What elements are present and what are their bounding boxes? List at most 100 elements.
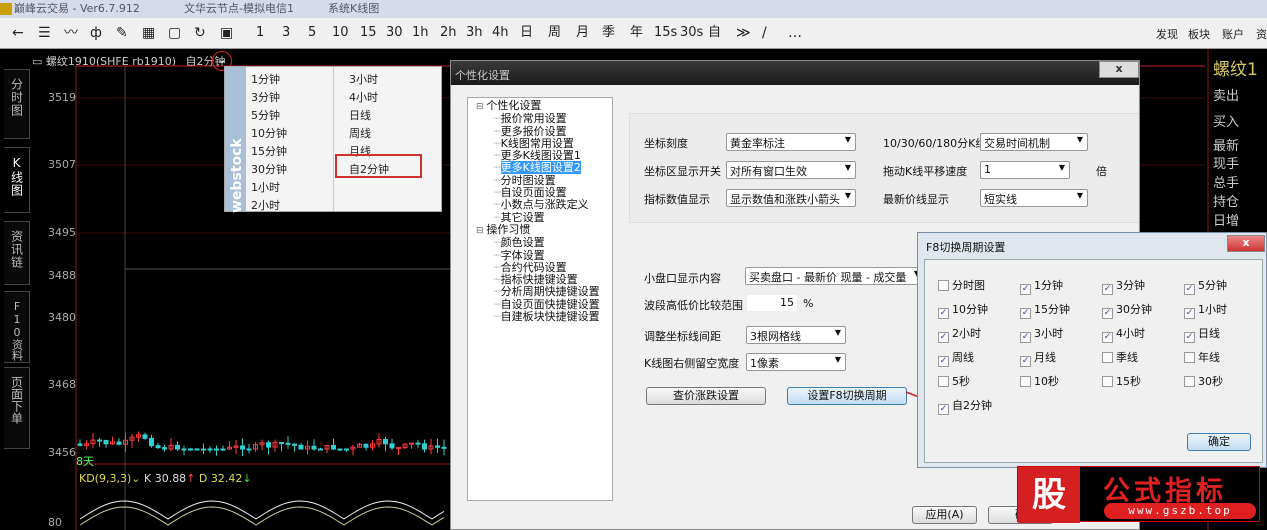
menu-item[interactable]: 3分钟	[251, 89, 280, 105]
period-checkbox[interactable]: ✓ 月线	[1020, 349, 1056, 367]
apply-button[interactable]: 应用(A)	[912, 506, 977, 524]
indicator-chevron-icon[interactable]: ⌄	[131, 472, 144, 485]
menu-item[interactable]: 1小时	[251, 179, 280, 195]
checkbox-checked-icon[interactable]: ✓	[938, 404, 949, 415]
coord-scale-select[interactable]: 黄金率标注 ▼	[726, 133, 856, 151]
side-tab-timeshare[interactable]: 分时图	[4, 69, 30, 139]
period-checkbox[interactable]: ✓ 5分钟	[1184, 277, 1227, 295]
list-icon[interactable]: ☰	[38, 24, 51, 42]
kline-mech-select[interactable]: 交易时间机制 ▼	[980, 133, 1088, 151]
period-checkbox[interactable]: ✓ 30分钟	[1102, 301, 1152, 319]
nav-3[interactable]: 资	[1256, 26, 1267, 42]
period-checkbox[interactable]: ✓ 3小时	[1020, 325, 1063, 343]
grid-spacing-select[interactable]: 3根网格线 ▼	[746, 326, 846, 344]
checkbox-unchecked-icon[interactable]	[1184, 352, 1195, 363]
period-checkbox[interactable]: ✓ 日线	[1184, 325, 1220, 343]
period-checkbox[interactable]: 分时图	[938, 277, 985, 293]
drag-speed-select[interactable]: 1 ▼	[980, 161, 1070, 179]
f8-ok-button[interactable]: 确定	[1187, 433, 1251, 451]
collapse-icon[interactable]: ⊟	[476, 226, 486, 236]
f8-close-button[interactable]: x	[1227, 235, 1265, 252]
period-button-3[interactable]: 10	[332, 24, 349, 42]
checkbox-checked-icon[interactable]: ✓	[1020, 332, 1031, 343]
side-tab-order[interactable]: 页面下单	[4, 367, 30, 449]
checkbox-checked-icon[interactable]: ✓	[1184, 284, 1195, 295]
nav-2[interactable]: 账户	[1222, 26, 1244, 42]
period-checkbox[interactable]: ✓ 10分钟	[938, 301, 988, 319]
nav-1[interactable]: 板块	[1188, 26, 1210, 42]
menu-item[interactable]: 3小时	[349, 71, 378, 87]
f8-settings-button[interactable]: 设置F8切换周期	[787, 387, 907, 405]
line-tool-icon[interactable]: /	[762, 24, 767, 42]
more-icon[interactable]: …	[788, 24, 802, 42]
side-tab-kline[interactable]: K线图	[4, 147, 30, 213]
checkbox-unchecked-icon[interactable]	[1184, 376, 1195, 387]
checkbox-checked-icon[interactable]: ✓	[1184, 332, 1195, 343]
checkbox-checked-icon[interactable]: ✓	[938, 308, 949, 319]
draw-icon[interactable]: ✎	[116, 24, 128, 42]
checkbox-unchecked-icon[interactable]	[1020, 376, 1031, 387]
period-button-10[interactable]: 日	[520, 24, 533, 42]
period-checkbox[interactable]: ✓ 自2分钟	[938, 397, 992, 415]
period-checkbox[interactable]: 5秒	[938, 373, 970, 389]
checkbox-checked-icon[interactable]: ✓	[1102, 308, 1113, 319]
checkbox-checked-icon[interactable]: ✓	[1102, 284, 1113, 295]
menu-item[interactable]: 日线	[349, 107, 371, 123]
period-button-9[interactable]: 4h	[492, 24, 509, 42]
checkbox-unchecked-icon[interactable]	[1102, 376, 1113, 387]
period-button-15[interactable]: 15s	[654, 24, 677, 42]
candle-icon[interactable]: ф	[90, 24, 102, 42]
checkbox-checked-icon[interactable]: ✓	[1102, 332, 1113, 343]
mini-panel-select[interactable]: 买卖盘口 - 最新价 现量 - 成交量▼	[745, 267, 925, 285]
coord-switch-select[interactable]: 对所有窗口生效 ▼	[726, 161, 856, 179]
checkbox-checked-icon[interactable]: ✓	[938, 356, 949, 367]
period-button-1[interactable]: 3	[282, 24, 290, 42]
period-checkbox[interactable]: ✓ 3分钟	[1102, 277, 1145, 295]
period-button-6[interactable]: 1h	[412, 24, 429, 42]
period-button-0[interactable]: 1	[256, 24, 264, 42]
price-change-button[interactable]: 查价涨跌设置	[646, 387, 766, 405]
period-checkbox[interactable]: ✓ 4小时	[1102, 325, 1145, 343]
period-button-17[interactable]: 自	[708, 24, 721, 42]
last-price-line-select[interactable]: 短实线 ▼	[980, 189, 1088, 207]
period-button-14[interactable]: 年	[630, 24, 643, 42]
right-margin-select[interactable]: 1像素 ▼	[746, 353, 846, 371]
wave-range-input[interactable]: 15	[746, 294, 798, 312]
period-checkbox[interactable]: 10秒	[1020, 373, 1059, 389]
period-checkbox[interactable]: 30秒	[1184, 373, 1223, 389]
chart-window-icon[interactable]: ▣	[220, 24, 233, 42]
checkbox-unchecked-icon[interactable]	[1102, 352, 1113, 363]
menu-item[interactable]: 5分钟	[251, 107, 280, 123]
period-button-16[interactable]: 30s	[680, 24, 703, 42]
grid-icon[interactable]: ▦	[142, 24, 155, 42]
period-button-2[interactable]: 5	[308, 24, 316, 42]
indicator-name[interactable]: KD(9,3,3)	[79, 472, 131, 485]
period-button-12[interactable]: 月	[576, 24, 589, 42]
period-checkbox[interactable]: ✓ 2小时	[938, 325, 981, 343]
menu-item[interactable]: 周线	[349, 125, 371, 141]
menu-item[interactable]: 4小时	[349, 89, 378, 105]
period-button-5[interactable]: 30	[386, 24, 403, 42]
period-checkbox[interactable]: 15秒	[1102, 373, 1141, 389]
checkbox-checked-icon[interactable]: ✓	[1020, 356, 1031, 367]
indicator-display-select[interactable]: 显示数值和涨跌小箭头 ▼	[726, 189, 856, 207]
menu-item[interactable]: 30分钟	[251, 161, 287, 177]
nav-0[interactable]: 发现	[1156, 26, 1178, 42]
close-button[interactable]: x	[1099, 61, 1139, 78]
side-tab-f10[interactable]: F10资料	[4, 291, 30, 363]
checkbox-unchecked-icon[interactable]	[938, 280, 949, 291]
checkbox-checked-icon[interactable]: ✓	[938, 332, 949, 343]
checkbox-unchecked-icon[interactable]	[938, 376, 949, 387]
period-button-8[interactable]: 3h	[466, 24, 483, 42]
refresh-icon[interactable]: ↻	[194, 24, 206, 42]
period-button-11[interactable]: 周	[548, 24, 561, 42]
collapse-icon[interactable]: ⊟	[476, 102, 486, 112]
save-icon[interactable]: ▢	[168, 24, 181, 42]
checkbox-checked-icon[interactable]: ✓	[1020, 284, 1031, 295]
side-tab-news[interactable]: 资讯链	[4, 221, 30, 285]
period-checkbox[interactable]: ✓ 15分钟	[1020, 301, 1070, 319]
period-checkbox[interactable]: 季线	[1102, 349, 1138, 365]
period-checkbox[interactable]: ✓ 1分钟	[1020, 277, 1063, 295]
period-checkbox[interactable]: 年线	[1184, 349, 1220, 365]
period-checkbox[interactable]: ✓ 1小时	[1184, 301, 1227, 319]
